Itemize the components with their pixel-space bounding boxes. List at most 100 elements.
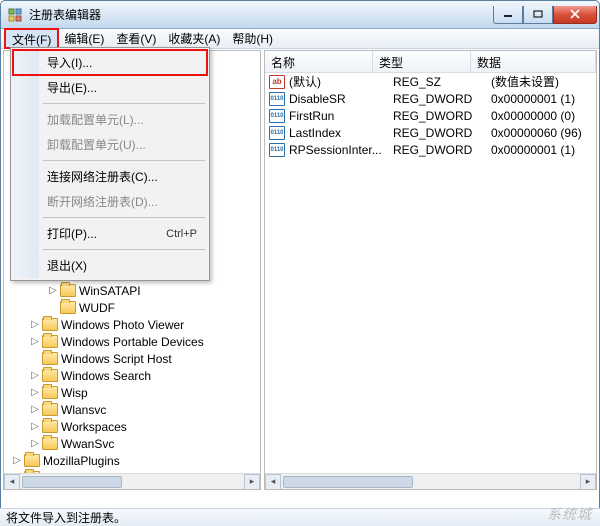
folder-icon — [42, 403, 58, 416]
menu-edit[interactable]: 编辑(E) — [58, 29, 110, 48]
list-hscroll-thumb[interactable] — [283, 476, 413, 488]
folder-icon — [60, 301, 76, 314]
tree-item[interactable]: ▷Windows Script Host — [8, 350, 260, 367]
menu-connect-label: 连接网络注册表(C)... — [47, 168, 158, 185]
menu-export[interactable]: 导出(E)... — [13, 75, 207, 100]
tree-hscroll-thumb[interactable] — [22, 476, 122, 488]
menu-favorites[interactable]: 收藏夹(A) — [162, 29, 226, 48]
tree-label: Wisp — [61, 386, 88, 400]
tree-label: WUDF — [79, 301, 115, 315]
folder-icon — [42, 318, 58, 331]
tree-label: Windows Portable Devices — [61, 335, 204, 349]
expander-icon[interactable]: ▷ — [30, 438, 40, 449]
expander-icon[interactable]: ▷ — [30, 319, 40, 330]
menu-separator — [43, 160, 205, 161]
expander-icon[interactable]: ▷ — [12, 489, 22, 490]
tree-item[interactable]: ▷ MozillaPlugins — [8, 452, 260, 469]
tree-label: Windows Photo Viewer — [61, 318, 184, 332]
menu-file[interactable]: 文件(F) — [5, 29, 58, 48]
string-value-icon: ab — [269, 75, 285, 89]
titlebar[interactable]: 注册表编辑器 — [1, 1, 599, 29]
menu-connect-network[interactable]: 连接网络注册表(C)... — [13, 164, 207, 189]
menu-export-label: 导出(E)... — [47, 79, 97, 96]
expander-icon[interactable]: ▷ — [30, 370, 40, 381]
folder-icon — [42, 437, 58, 450]
list-hscrollbar[interactable]: ◂ ▸ — [265, 473, 596, 489]
menu-unload-hive-label: 卸载配置单元(U)... — [47, 136, 146, 153]
binary-value-icon: 0110 — [269, 126, 285, 140]
list-row[interactable]: 0110LastIndexREG_DWORD0x00000060 (96) — [265, 124, 596, 141]
tree-label: WwanSvc — [61, 437, 114, 451]
expander-icon[interactable]: ▷ — [12, 455, 22, 466]
menu-exit[interactable]: 退出(X) — [13, 253, 207, 278]
window-buttons — [493, 6, 597, 24]
value-type: REG_DWORD — [393, 92, 491, 106]
tree-item[interactable]: ▷WinSATAPI — [8, 282, 260, 299]
header-type[interactable]: 类型 — [373, 51, 471, 72]
expander-icon[interactable]: ▷ — [48, 285, 58, 296]
value-type: REG_SZ — [393, 75, 491, 89]
scroll-left-button[interactable]: ◂ — [4, 474, 20, 490]
expander-icon[interactable]: ▷ — [30, 404, 40, 415]
maximize-button[interactable] — [523, 6, 553, 24]
tree-label: Windows Search — [61, 369, 151, 383]
tree-item[interactable]: ▷ Windows Search — [8, 367, 260, 384]
expander-icon[interactable]: ▷ — [30, 421, 40, 432]
tree-hscrollbar[interactable]: ◂ ▸ — [4, 473, 260, 489]
expander-icon[interactable]: ▷ — [30, 336, 40, 347]
menu-print[interactable]: 打印(P)...Ctrl+P — [13, 221, 207, 246]
menu-disconnect-network[interactable]: 断开网络注册表(D)... — [13, 189, 207, 214]
menubar: 文件(F) 编辑(E) 查看(V) 收藏夹(A) 帮助(H) — [1, 29, 599, 49]
list-body: ab(默认)REG_SZ(数值未设置)0110DisableSRREG_DWOR… — [265, 73, 596, 473]
list-header: 名称 类型 数据 — [265, 51, 596, 73]
list-row[interactable]: 0110 DisableSRREG_DWORD0x00000001 (1) — [265, 90, 596, 107]
close-button[interactable] — [553, 6, 597, 24]
menu-view[interactable]: 查看(V) — [110, 29, 162, 48]
header-data[interactable]: 数据 — [471, 51, 596, 72]
folder-icon — [60, 284, 76, 297]
file-menu-dropdown: 导入(I)... 导出(E)... 加载配置单元(L)... 卸载配置单元(U)… — [10, 47, 210, 281]
menu-separator — [43, 103, 205, 104]
menu-help[interactable]: 帮助(H) — [226, 29, 279, 48]
menu-import[interactable]: 导入(I)... — [13, 50, 207, 75]
scroll-right-button[interactable]: ▸ — [580, 474, 596, 490]
list-row[interactable]: 0110 FirstRunREG_DWORD0x00000000 (0) — [265, 107, 596, 124]
expander-icon[interactable]: ▷ — [30, 387, 40, 398]
list-pane[interactable]: 名称 类型 数据 ab(默认)REG_SZ(数值未设置) 0110 DisableS… — [264, 50, 597, 490]
tree-item[interactable]: ▷ WwanSvc — [8, 435, 260, 452]
tree-item[interactable]: ▷Wlansvc — [8, 401, 260, 418]
value-data: 0x00000001 (1) — [491, 92, 596, 106]
tree-label: MozillaPlugins — [43, 454, 120, 468]
value-data: 0x00000000 (0) — [491, 109, 596, 123]
tree-item[interactable]: ▷ Windows Photo Viewer — [8, 316, 260, 333]
list-row[interactable]: 0110RPSessionInter...REG_DWORD0x00000001… — [265, 141, 596, 158]
value-name: FirstRun — [289, 109, 393, 123]
value-data: 0x00000060 (96) — [491, 126, 596, 140]
list-row[interactable]: ab(默认)REG_SZ(数值未设置) — [265, 73, 596, 90]
menu-separator — [43, 217, 205, 218]
tree-item[interactable]: ▷WUDF — [8, 299, 260, 316]
header-name[interactable]: 名称 — [265, 51, 373, 72]
value-name: DisableSR — [289, 92, 393, 106]
tree-label: Windows Script Host — [61, 352, 172, 366]
window-title: 注册表编辑器 — [27, 6, 493, 23]
scroll-right-button[interactable]: ▸ — [244, 474, 260, 490]
tree-item[interactable]: ▷ Windows Portable Devices — [8, 333, 260, 350]
scroll-left-button[interactable]: ◂ — [265, 474, 281, 490]
menu-exit-label: 退出(X) — [47, 257, 87, 274]
statusbar-text: 将文件导入到注册表。 — [6, 509, 126, 526]
value-type: REG_DWORD — [393, 126, 491, 140]
tree-item[interactable]: ▷ Wisp — [8, 384, 260, 401]
value-data: (数值未设置) — [491, 73, 596, 90]
value-type: REG_DWORD — [393, 109, 491, 123]
minimize-button[interactable] — [493, 6, 523, 24]
menu-load-hive[interactable]: 加载配置单元(L)... — [13, 107, 207, 132]
menu-separator — [43, 249, 205, 250]
menu-unload-hive[interactable]: 卸载配置单元(U)... — [13, 132, 207, 157]
value-type: REG_DWORD — [393, 143, 491, 157]
binary-value-icon: 0110 — [269, 92, 285, 106]
tree-item[interactable]: ▷Workspaces — [8, 418, 260, 435]
binary-value-icon: 0110 — [269, 109, 285, 123]
value-name: RPSessionInter... — [289, 143, 393, 157]
value-data: 0x00000001 (1) — [491, 143, 596, 157]
